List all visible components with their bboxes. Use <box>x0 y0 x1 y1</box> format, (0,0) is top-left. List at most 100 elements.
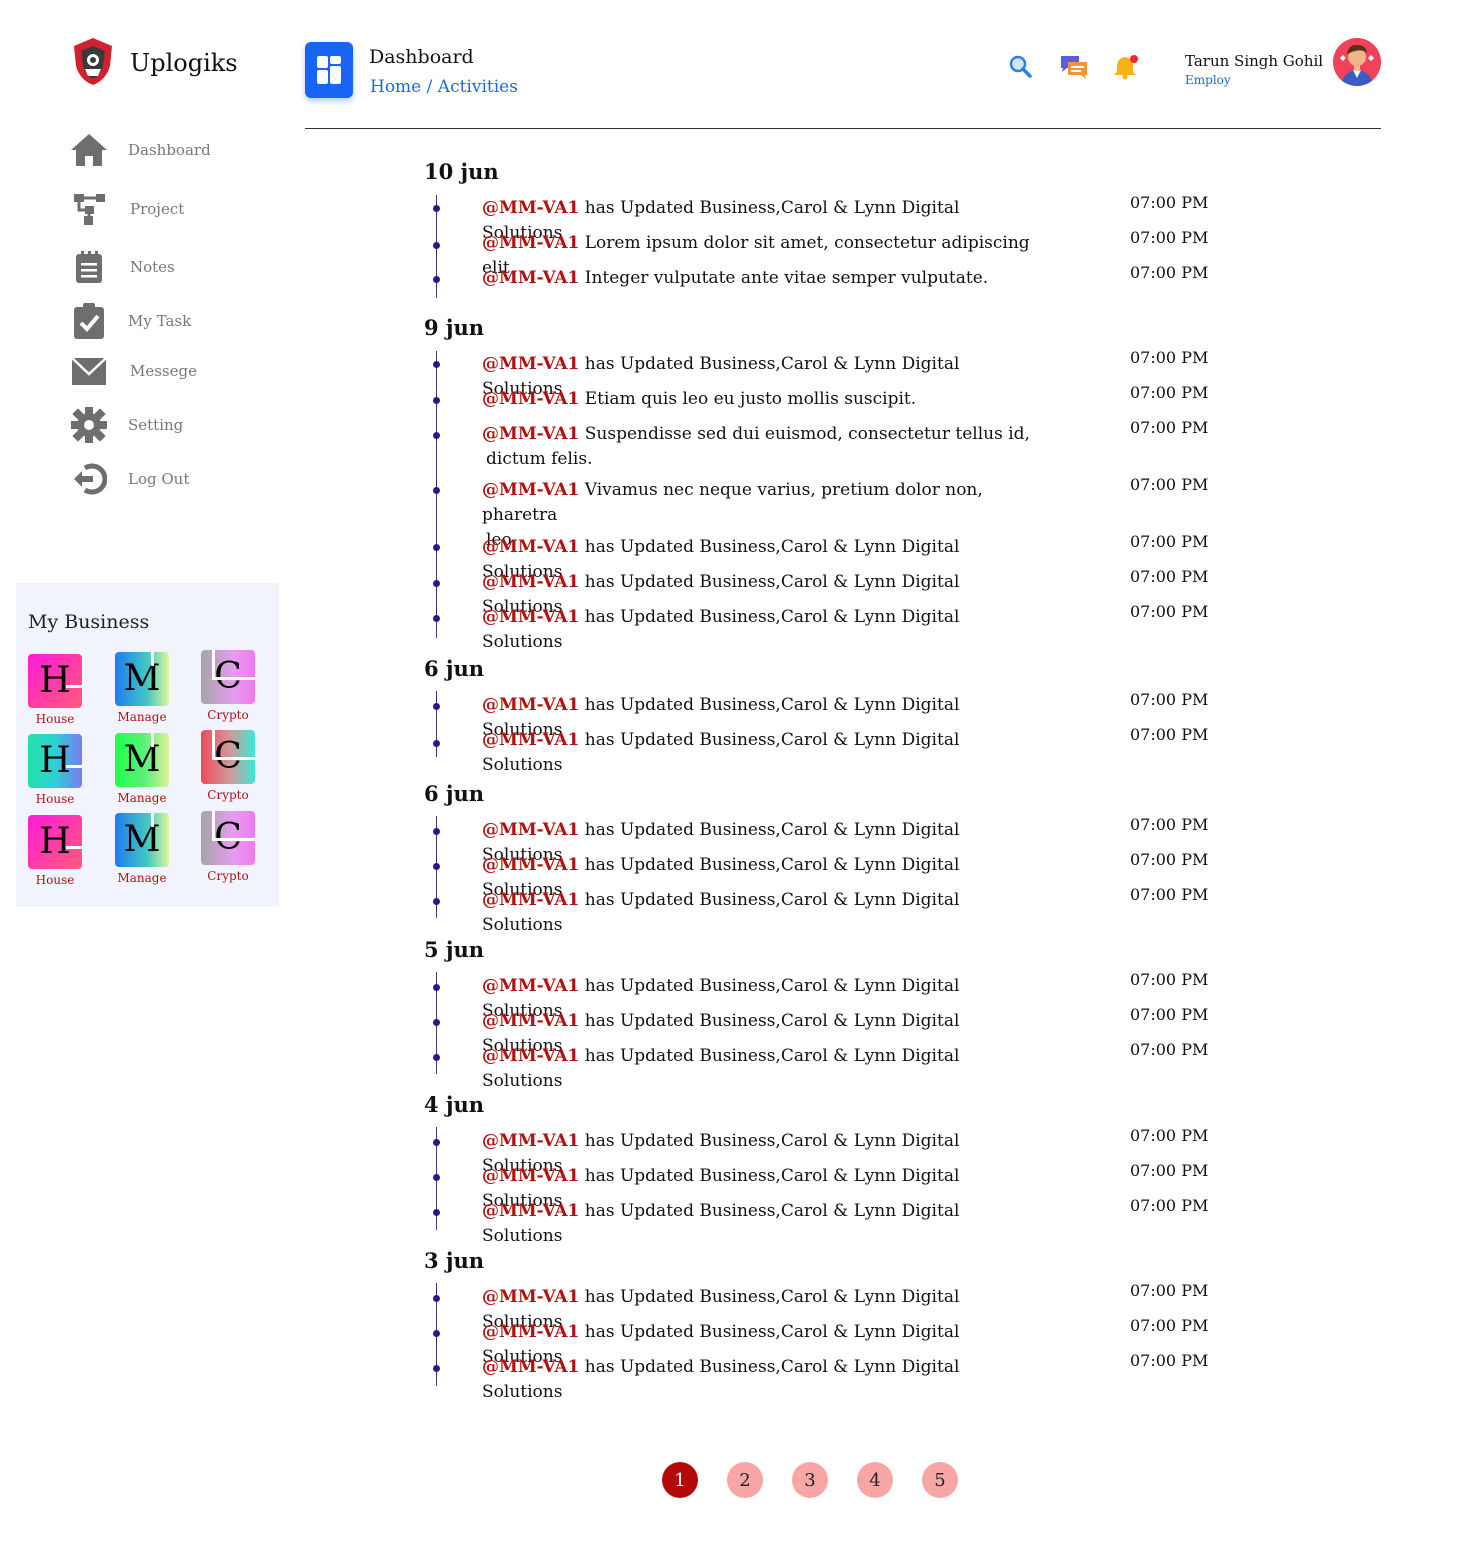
entry-user-link[interactable]: @MM-VA1 <box>482 233 579 253</box>
sidebar-item-setting[interactable]: Setting <box>70 405 183 445</box>
notes-icon <box>70 248 108 286</box>
entry-user-link[interactable]: @MM-VA1 <box>482 730 579 750</box>
timeline-dot <box>433 276 440 283</box>
entry-user-link[interactable]: @MM-VA1 <box>482 198 579 218</box>
timeline-dot <box>433 544 440 551</box>
page-button-5[interactable]: 5 <box>922 1462 958 1498</box>
breadcrumb-separator: / <box>421 77 438 97</box>
timeline-dot <box>433 898 440 905</box>
user-name[interactable]: Tarun Singh Gohil <box>1185 52 1323 70</box>
tile-letter: H <box>39 821 71 862</box>
business-tile-crypto[interactable]: C Crypto <box>200 730 256 802</box>
entry-time: 07:00 PM <box>1130 228 1209 247</box>
tile-letter: M <box>123 658 161 699</box>
timeline-entry: @MM-VA1 has Updated Business,Carol & Lyn… <box>482 728 1037 778</box>
timeline-entry: @MM-VA1 has Updated Business,Carol & Lyn… <box>482 1044 1037 1094</box>
timeline-dot <box>433 1174 440 1181</box>
timeline-date: 9 jun <box>424 315 485 340</box>
business-tile-manage[interactable]: M Manage <box>114 733 170 805</box>
tile-label: Manage <box>117 791 167 805</box>
entry-time: 07:00 PM <box>1130 1161 1209 1180</box>
timeline-date: 3 jun <box>424 1248 485 1273</box>
home-icon <box>70 131 108 169</box>
sidebar-item-notes[interactable]: Notes <box>70 247 175 287</box>
tile-label: Manage <box>117 871 167 885</box>
entry-text: Etiam quis leo eu justo mollis suscipit. <box>584 389 917 409</box>
business-tile-manage[interactable]: M Manage <box>114 652 170 724</box>
dashboard-grid-icon[interactable] <box>305 42 353 98</box>
breadcrumb: Home / Activities <box>370 77 518 97</box>
entry-time: 07:00 PM <box>1130 567 1209 586</box>
timeline-dot <box>433 580 440 587</box>
entry-user-link[interactable]: @MM-VA1 <box>482 1046 579 1066</box>
search-icon[interactable] <box>1008 54 1032 82</box>
header-divider <box>305 128 1381 129</box>
sidebar-item-project[interactable]: Project <box>70 189 184 229</box>
timeline-dot <box>433 1019 440 1026</box>
sidebar-item-log-out[interactable]: Log Out <box>70 459 189 499</box>
tile-label: Crypto <box>207 788 249 802</box>
entry-user-link[interactable]: @MM-VA1 <box>482 695 579 715</box>
page-button-4[interactable]: 4 <box>857 1462 893 1498</box>
entry-user-link[interactable]: @MM-VA1 <box>482 1131 579 1151</box>
sidebar-item-label: Log Out <box>128 470 190 488</box>
entry-user-link[interactable]: @MM-VA1 <box>482 389 579 409</box>
timeline-dot <box>433 205 440 212</box>
entry-user-link[interactable]: @MM-VA1 <box>482 268 579 288</box>
entry-time: 07:00 PM <box>1130 815 1209 834</box>
business-tile-crypto[interactable]: C Crypto <box>200 811 256 883</box>
entry-user-link[interactable]: @MM-VA1 <box>482 1287 579 1307</box>
business-tile-house[interactable]: H House <box>27 734 83 806</box>
sidebar-item-messege[interactable]: Messege <box>70 351 197 391</box>
business-tile-house[interactable]: H House <box>27 815 83 887</box>
entry-user-link[interactable]: @MM-VA1 <box>482 976 579 996</box>
breadcrumb-current[interactable]: Activities <box>438 77 518 97</box>
entry-user-link[interactable]: @MM-VA1 <box>482 890 579 910</box>
timeline-date: 6 jun <box>424 656 485 681</box>
entry-user-link[interactable]: @MM-VA1 <box>482 1322 579 1342</box>
entry-user-link[interactable]: @MM-VA1 <box>482 855 579 875</box>
tile-letter: H <box>39 660 71 701</box>
chat-icon[interactable] <box>1059 54 1089 84</box>
bell-icon[interactable] <box>1113 54 1141 84</box>
my-business-title: My Business <box>28 611 150 633</box>
business-tile-house[interactable]: H House <box>27 654 83 726</box>
business-tile-manage[interactable]: M Manage <box>114 813 170 885</box>
breadcrumb-home[interactable]: Home <box>370 77 421 97</box>
timeline-dot <box>433 984 440 991</box>
brand-name: Uplogiks <box>130 49 238 77</box>
timeline-entry: @MM-VA1 Suspendisse sed dui euismod, con… <box>482 422 1037 472</box>
entry-time: 07:00 PM <box>1130 1126 1209 1145</box>
page-button-1[interactable]: 1 <box>662 1462 698 1498</box>
avatar[interactable] <box>1333 38 1381 86</box>
timeline-dot <box>433 432 440 439</box>
entry-user-link[interactable]: @MM-VA1 <box>482 424 579 444</box>
page-button-2[interactable]: 2 <box>727 1462 763 1498</box>
entry-user-link[interactable]: @MM-VA1 <box>482 354 579 374</box>
entry-user-link[interactable]: @MM-VA1 <box>482 607 579 627</box>
entry-user-link[interactable]: @MM-VA1 <box>482 480 579 500</box>
entry-user-link[interactable]: @MM-VA1 <box>482 1166 579 1186</box>
sidebar-item-label: Messege <box>130 362 197 380</box>
timeline-dot <box>433 397 440 404</box>
timeline-dot <box>433 361 440 368</box>
sidebar-item-label: My Task <box>128 312 192 330</box>
entry-time: 07:00 PM <box>1130 602 1209 621</box>
entry-user-link[interactable]: @MM-VA1 <box>482 1357 579 1377</box>
timeline-dot <box>433 242 440 249</box>
tile-letter: M <box>123 819 161 860</box>
entry-user-link[interactable]: @MM-VA1 <box>482 1201 579 1221</box>
business-tile-crypto[interactable]: C Crypto <box>200 650 256 722</box>
entry-user-link[interactable]: @MM-VA1 <box>482 572 579 592</box>
timeline-dot <box>433 487 440 494</box>
brand[interactable]: Uplogiks <box>70 36 238 90</box>
timeline-date: 10 jun <box>424 159 499 184</box>
sidebar-item-label: Notes <box>130 258 175 276</box>
page-button-3[interactable]: 3 <box>792 1462 828 1498</box>
entry-user-link[interactable]: @MM-VA1 <box>482 1011 579 1031</box>
sidebar-item-dashboard[interactable]: Dashboard <box>70 130 211 170</box>
entry-text: Suspendisse sed dui euismod, consectetur… <box>584 424 1030 444</box>
entry-user-link[interactable]: @MM-VA1 <box>482 537 579 557</box>
entry-user-link[interactable]: @MM-VA1 <box>482 820 579 840</box>
sidebar-item-my-task[interactable]: My Task <box>70 301 191 341</box>
